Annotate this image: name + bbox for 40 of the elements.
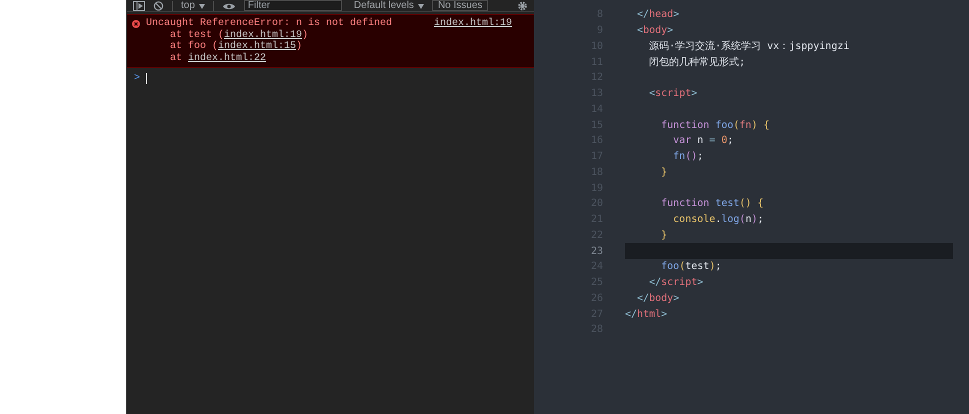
- code-line: fn();: [672, 150, 704, 164]
- source-link[interactable]: index.html:19: [434, 18, 512, 30]
- error-text: Uncaught ReferenceError: n is not defined: [146, 18, 392, 30]
- prompt-chevron: >: [134, 72, 140, 86]
- code-line: </script>: [648, 276, 704, 290]
- dropdown-caret-icon: [198, 4, 205, 8]
- code-line: </body>: [636, 292, 680, 306]
- dropdown-caret-icon: [418, 4, 424, 8]
- context-selector[interactable]: top: [181, 1, 205, 11]
- code-line: var n = 0;: [672, 134, 734, 148]
- stack-frame-link[interactable]: index.html:22: [188, 52, 266, 64]
- code-line: function test() {: [660, 197, 764, 212]
- sidebar-toggle-icon[interactable]: [133, 1, 145, 11]
- line-number: 23: [590, 244, 604, 259]
- code-line: }: [660, 228, 668, 243]
- code-line: <body>: [636, 24, 674, 38]
- code-line: foo(test);: [660, 260, 722, 274]
- stack-frame-text: ): [302, 30, 308, 41]
- code-line: }: [660, 166, 668, 180]
- stack-frame-text: at: [170, 52, 184, 64]
- stack-frame-text: ): [296, 41, 302, 52]
- stack-frame-text: at test (: [170, 30, 224, 40]
- settings-icon[interactable]: [517, 1, 528, 11]
- code-line: console.log(n);: [672, 213, 764, 228]
- code-line: 源码·学习交流·系统学习 vx：jsppyingzi: [648, 40, 850, 54]
- code-line: </html>: [625, 308, 668, 322]
- code-line: 闭包的几种常见形式;: [648, 56, 746, 70]
- stack-frame-text: at foo (: [170, 41, 218, 52]
- error-icon: [132, 20, 140, 28]
- eye-icon[interactable]: [222, 2, 236, 11]
- log-levels-dropdown[interactable]: Default levels: [354, 1, 424, 11]
- clear-console-icon[interactable]: [153, 1, 164, 11]
- stack-frame-link[interactable]: index.html:19: [224, 30, 302, 41]
- stack-frame-link[interactable]: index.html:15: [218, 41, 296, 52]
- console-input-cursor[interactable]: [146, 73, 148, 84]
- code-line: function foo(fn) {: [660, 118, 770, 133]
- issues-button[interactable]: No Issues: [432, 0, 488, 11]
- code-line: <script>: [648, 87, 698, 102]
- filter-field[interactable]: Filter: [244, 0, 342, 11]
- code-line: </head>: [636, 8, 680, 22]
